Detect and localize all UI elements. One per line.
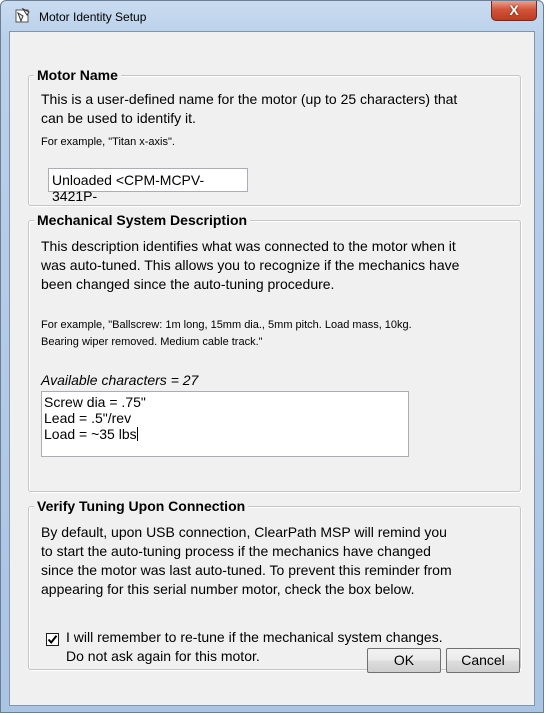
ok-button[interactable]: OK [367, 648, 441, 673]
motor-name-description: This is a user-defined name for the moto… [41, 90, 457, 128]
cancel-button[interactable]: Cancel [446, 648, 520, 673]
mechanical-description-line3: been changed since the auto-tuning proce… [41, 276, 335, 292]
mechanical-example: For example, "Ballscrew: 1m long, 15mm d… [41, 317, 412, 351]
textarea-line: Lead = .5"/rev [44, 410, 132, 426]
dialog-window: Motor Identity Setup X Motor Name This i… [0, 0, 544, 713]
mechanical-description-textarea[interactable]: Screw dia = .75" Lead = .5"/rev Load = ~… [41, 391, 409, 457]
motor-name-value: Unloaded <CPM-MCPV-3421P- [52, 172, 205, 204]
mechanical-description-line2: was auto-tuned. This allows you to recog… [41, 257, 460, 273]
mechanical-description-legend: Mechanical System Description [34, 212, 251, 228]
window-title: Motor Identity Setup [39, 10, 147, 24]
motor-setup-icon [15, 7, 30, 23]
textarea-line-text: Load = ~35 lbs [44, 426, 137, 442]
dialog-client-area: Motor Name This is a user-defined name f… [9, 31, 535, 706]
verify-description-line4: appearing for this serial number motor, … [41, 581, 415, 597]
verify-tuning-description: By default, upon USB connection, ClearPa… [41, 523, 452, 599]
motor-name-legend: Motor Name [34, 67, 121, 83]
motor-name-input[interactable]: Unloaded <CPM-MCPV-3421P- [48, 168, 248, 204]
textarea-line: Load = ~35 lbs [44, 426, 406, 442]
mechanical-description-text: This description identifies what was con… [41, 237, 459, 294]
text-caret [136, 427, 138, 441]
close-icon: X [509, 2, 519, 18]
available-characters-label: Available characters = 27 [41, 372, 199, 388]
mechanical-example-line1: For example, "Ballscrew: 1m long, 15mm d… [41, 319, 412, 331]
verify-description-line1: By default, upon USB connection, ClearPa… [41, 524, 447, 540]
close-button[interactable]: X [491, 1, 537, 21]
verify-description-line2: to start the auto-tuning process if the … [41, 543, 431, 559]
title-bar[interactable]: Motor Identity Setup X [1, 1, 543, 31]
retune-reminder-label-line1: I will remember to re-tune if the mechan… [66, 629, 443, 645]
mechanical-description-group: Mechanical System Description This descr… [28, 212, 521, 492]
mechanical-description-line1: This description identifies what was con… [41, 238, 456, 254]
checkmark-icon [47, 635, 58, 645]
motor-name-example: For example, "Titan x-axis". [41, 136, 175, 148]
motor-name-description-line2: can be used to identify it. [41, 110, 196, 126]
retune-reminder-checkbox[interactable] [46, 633, 59, 646]
motor-name-group: Motor Name This is a user-defined name f… [28, 67, 521, 206]
cancel-button-label: Cancel [461, 652, 505, 668]
verify-tuning-legend: Verify Tuning Upon Connection [34, 498, 249, 514]
textarea-line: Screw dia = .75" [44, 394, 146, 410]
mechanical-example-line2: Bearing wiper removed. Medium cable trac… [41, 336, 263, 348]
ok-button-label: OK [393, 652, 415, 668]
verify-tuning-group: Verify Tuning Upon Connection By default… [28, 498, 521, 670]
verify-description-line3: since the motor was last auto-tuned. To … [41, 562, 452, 578]
motor-name-description-line1: This is a user-defined name for the moto… [41, 91, 458, 107]
